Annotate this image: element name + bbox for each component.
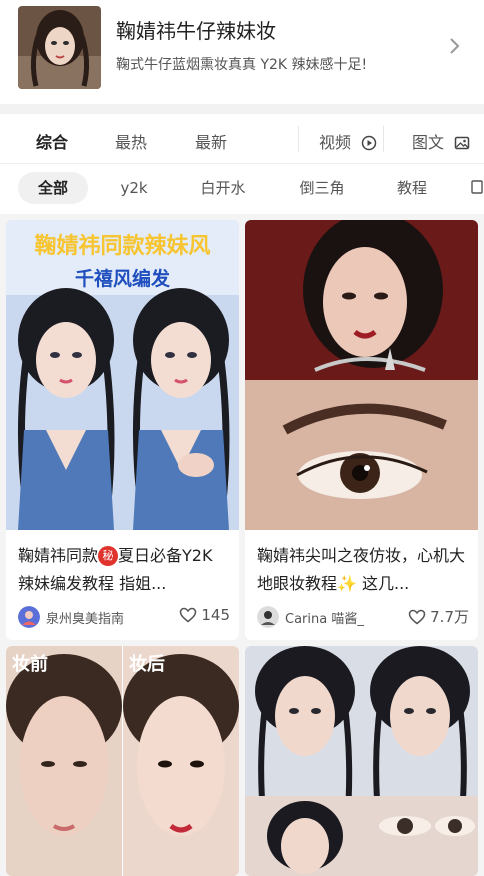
author-avatar[interactable] [18,606,40,628]
note-meta: 泉州臭美指南 145 [18,604,230,628]
author-name[interactable]: Carina 喵酱_ [285,608,364,627]
author-avatar[interactable] [257,606,279,628]
note-card[interactable] [245,646,478,876]
note-cover-image [245,220,478,530]
sort-tab-newest[interactable]: 最新 [195,129,227,153]
filter-image-text-button[interactable]: 图文 [412,129,470,153]
cover-subheadline: 千禧风编发 [74,268,170,290]
chip-overflow[interactable] [470,172,484,204]
chip-y2k[interactable]: y2k [105,172,163,204]
chevron-right-icon[interactable] [447,36,463,56]
note-title: 鞠婧祎同款秘夏日必备Y2K 辣妹编发教程 指姐... [18,542,230,598]
filter-image-text-label: 图文 [412,133,445,152]
play-circle-icon [361,135,377,151]
chip-edge-icon [471,180,483,194]
like-count: 145 [201,606,230,624]
sort-tab-comprehensive[interactable]: 综合 [36,129,68,153]
author-name[interactable]: 泉州臭美指南 [46,608,124,627]
sort-tab-hottest[interactable]: 最热 [115,129,147,153]
note-feed: 鞠婧祎同款辣妹风 千禧风编发 鞠婧祎同款秘夏日必备Y2K 辣妹编发教程 指姐..… [0,214,484,876]
divider [298,126,299,152]
topic-header[interactable]: 鞠婧祎牛仔辣妹妆 鞠式牛仔蓝烟熏妆真真 Y2K 辣妹感十足! [0,0,484,104]
filter-video-label: 视频 [319,133,352,152]
like-count: 7.7万 [430,608,469,626]
secret-badge-icon: 秘 [98,546,119,566]
divider [383,126,384,152]
chip-all[interactable]: 全部 [18,172,88,204]
note-meta: Carina 喵酱_ 7.7万 [257,604,469,628]
note-card[interactable]: 鞠婧祎同款辣妹风 千禧风编发 鞠婧祎同款秘夏日必备Y2K 辣妹编发教程 指姐..… [6,220,239,640]
note-title: 鞠婧祎尖叫之夜仿妆，心机大地眼妆教程✨ 这几... [257,546,466,593]
heart-icon [180,607,197,623]
tag-filter-bar: 全部 y2k 白开水 倒三角 教程 [0,164,484,214]
like-button[interactable]: 7.7万 [408,606,469,627]
note-cover-image [6,646,239,876]
topic-description: 鞠式牛仔蓝烟熏妆真真 Y2K 辣妹感十足! [116,57,368,73]
cover-headline-text: 鞠婧祎同款辣妹风 [34,234,211,259]
cover-headline: 鞠婧祎同款辣妹风 [6,228,239,260]
note-card[interactable]: 鞠婧祎尖叫之夜仿妆，心机大地眼妆教程✨ 这几... Carina 喵酱_ 7.7… [245,220,478,640]
topic-thumbnail [18,6,101,89]
topic-title: 鞠婧祎牛仔辣妹妆 [116,19,276,43]
image-icon [454,136,470,150]
section-divider [0,104,484,114]
heart-icon [408,609,426,625]
after-label: 妆后 [129,654,165,675]
note-card[interactable]: 妆前 妆后 [6,646,239,876]
chip-tutorial[interactable]: 教程 [381,172,443,204]
before-label: 妆前 [12,654,48,675]
chip-inverted-triangle[interactable]: 倒三角 [284,172,360,204]
like-button[interactable]: 145 [179,606,230,624]
filter-video-button[interactable]: 视频 [319,129,377,153]
note-title-part1: 鞠婧祎同款 [18,546,99,565]
sort-bar: 综合 最热 最新 视频 图文 [0,114,484,164]
note-cover-image [245,646,478,876]
chip-plain-water[interactable]: 白开水 [188,172,258,204]
